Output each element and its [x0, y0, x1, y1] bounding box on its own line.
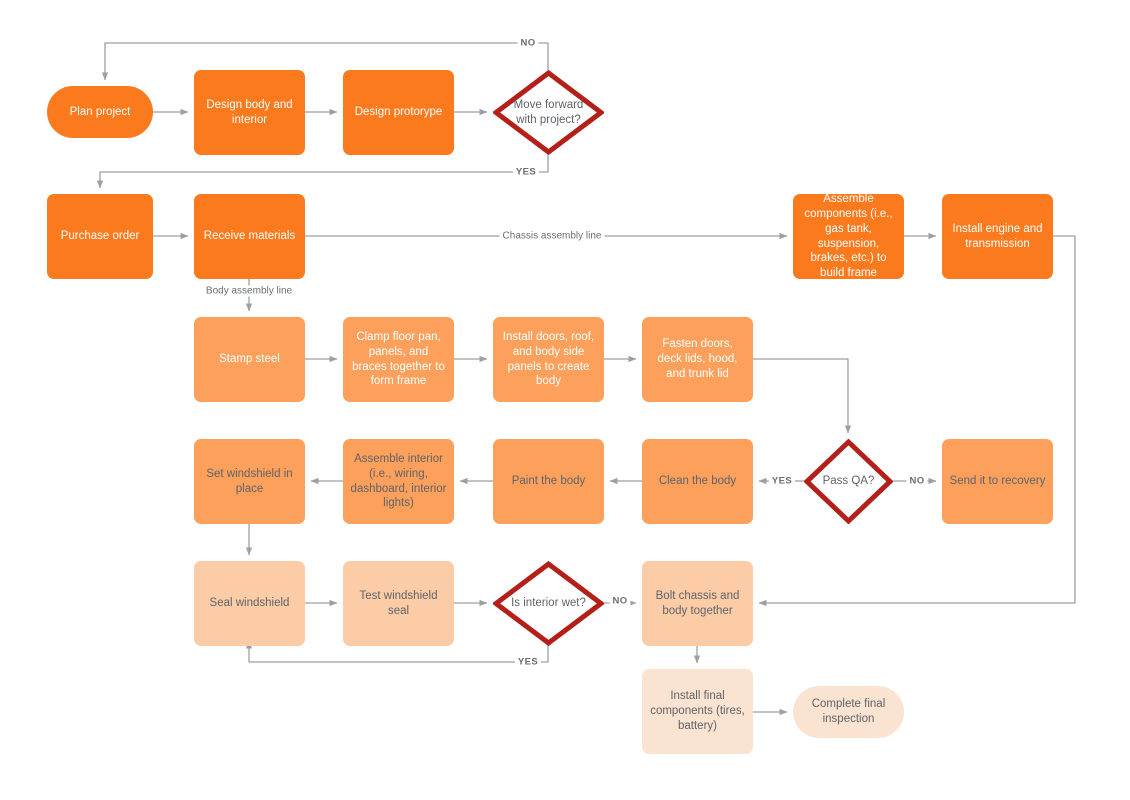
node-clean_body[interactable]: Clean the body [642, 439, 753, 524]
node-label-design_body: Design body and interior [206, 98, 293, 126]
node-move_forward[interactable]: Move forward with project? [493, 70, 604, 155]
node-plan_project[interactable]: Plan project [47, 86, 153, 138]
node-label-fasten_doors: Fasten doors, deck lids, hood, and trunk… [657, 338, 738, 380]
node-paint_body[interactable]: Paint the body [493, 439, 604, 524]
connector-decision-yes-to-purchase [96, 155, 549, 189]
node-label-assemble_interior: Assemble interior (i.e., wiring, dashboa… [350, 453, 447, 510]
node-set_windshield[interactable]: Set windshield in place [194, 439, 305, 524]
node-label-interior_wet: Is interior wet? [511, 597, 586, 610]
node-receive_materials[interactable]: Receive materials [194, 194, 305, 279]
node-label-send_recovery: Send it to recovery [949, 475, 1046, 488]
node-interior_wet[interactable]: Is interior wet? [493, 561, 604, 646]
connector-install-engine-to-bolt [758, 235, 1076, 607]
edge-label-yes_interior_wet: YES [514, 656, 542, 668]
node-design_body[interactable]: Design body and interior [194, 70, 305, 155]
connector-decision-no-to-plan [101, 42, 549, 81]
node-label-assemble_components: Assemble components (i.e., gas tank, sus… [804, 193, 893, 279]
node-bolt_chassis[interactable]: Bolt chassis and body together [642, 561, 753, 646]
node-label-complete_inspection: Complete final inspection [811, 698, 886, 725]
node-label-move_forward: Move forward with project? [513, 98, 584, 126]
node-assemble_components[interactable]: Assemble components (i.e., gas tank, sus… [793, 193, 904, 279]
node-clamp_floor_pan[interactable]: Clamp floor pan, panels, and braces toge… [343, 317, 454, 402]
node-fasten_doors[interactable]: Fasten doors, deck lids, hood, and trunk… [642, 317, 753, 402]
node-send_recovery[interactable]: Send it to recovery [942, 439, 1053, 524]
edge-label-body_line: Body assembly line [202, 285, 296, 297]
node-complete_inspection[interactable]: Complete final inspection [793, 686, 904, 738]
node-assemble_interior[interactable]: Assemble interior (i.e., wiring, dashboa… [343, 439, 454, 524]
node-label-clean_body: Clean the body [658, 475, 737, 488]
edge-label-no_interior_wet: NO [609, 595, 631, 607]
node-install_engine[interactable]: Install engine and transmission [942, 194, 1053, 279]
node-stamp_steel[interactable]: Stamp steel [194, 317, 305, 402]
node-label-install_doors: Install doors, roof, and body side panel… [502, 331, 595, 388]
node-label-purchase_order: Purchase order [60, 230, 140, 243]
node-label-bolt_chassis: Bolt chassis and body together [655, 589, 740, 617]
edge-label-yes_move_forward: YES [512, 166, 540, 178]
edge-label-no_move_forward: NO [517, 37, 539, 49]
node-label-plan_project: Plan project [69, 105, 131, 118]
node-install_doors[interactable]: Install doors, roof, and body side panel… [493, 317, 604, 402]
edge-label-yes_pass_qa: YES [768, 475, 796, 487]
node-purchase_order[interactable]: Purchase order [47, 194, 153, 279]
node-label-paint_body: Paint the body [511, 475, 586, 488]
node-pass_qa[interactable]: Pass QA? [804, 439, 893, 524]
edge-label-no_pass_qa: NO [906, 475, 928, 487]
node-label-stamp_steel: Stamp steel [219, 353, 280, 366]
node-label-pass_qa: Pass QA? [822, 475, 875, 488]
node-label-set_windshield: Set windshield in place [206, 467, 293, 495]
node-label-receive_materials: Receive materials [203, 230, 296, 243]
node-label-install_final: Install final components (tires, battery… [650, 690, 745, 732]
node-seal_windshield[interactable]: Seal windshield [194, 561, 305, 646]
node-label-clamp_floor_pan: Clamp floor pan, panels, and braces toge… [352, 331, 445, 388]
node-test_seal[interactable]: Test windshield seal [343, 561, 454, 646]
node-label-design_prototype: Design protorype [354, 106, 443, 119]
node-label-seal_windshield: Seal windshield [209, 597, 290, 610]
node-design_prototype[interactable]: Design protorype [343, 70, 454, 155]
connector-fasten-to-pass-qa [753, 358, 852, 434]
edge-label-chassis_line: Chassis assembly line [499, 230, 605, 242]
flowchart-canvas: Plan project Design body and interior Desi… [0, 0, 1130, 800]
node-label-test_seal: Test windshield seal [359, 589, 438, 617]
node-install_final[interactable]: Install final components (tires, battery… [642, 669, 753, 754]
node-label-install_engine: Install engine and transmission [952, 222, 1043, 250]
